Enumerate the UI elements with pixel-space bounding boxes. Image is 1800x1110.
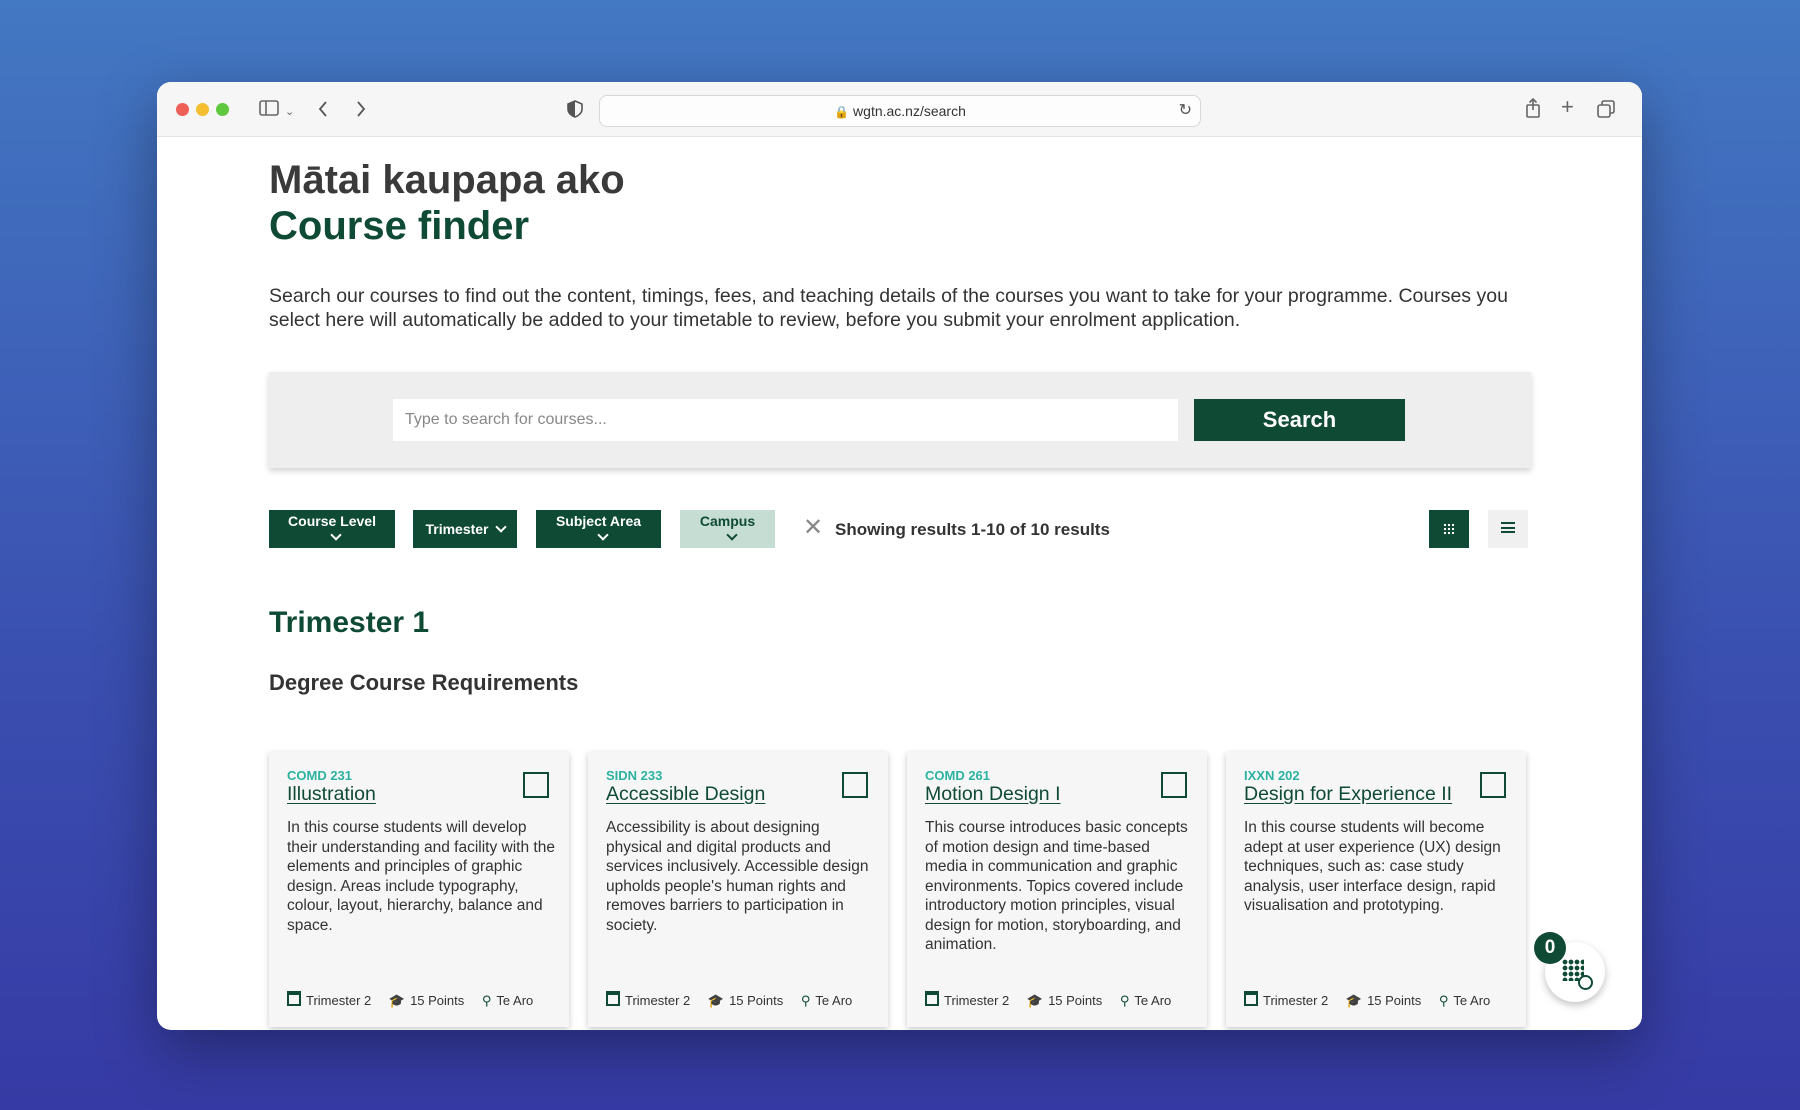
course-code: IXXN 202 xyxy=(1244,768,1300,783)
section-subtitle: Degree Course Requirements xyxy=(269,670,579,695)
search-panel: Search xyxy=(269,372,1531,468)
graduation-cap-icon: 🎓 xyxy=(707,993,725,1008)
course-description: In this course students will develop the… xyxy=(287,819,555,934)
location-pin-icon: ⚲ xyxy=(481,993,492,1008)
calendar-icon xyxy=(925,991,939,1006)
new-tab-icon[interactable]: + xyxy=(1561,96,1574,118)
search-button[interactable]: Search xyxy=(1194,399,1405,441)
minimize-window-button[interactable] xyxy=(196,103,209,116)
close-window-button[interactable] xyxy=(176,103,189,116)
filter-label: Subject Area xyxy=(555,513,642,529)
chevron-down-icon xyxy=(330,529,342,541)
select-course-checkbox[interactable] xyxy=(1480,772,1506,798)
filter-label: Trimester xyxy=(425,521,489,537)
course-trimester: Trimester 2 xyxy=(1263,993,1329,1008)
course-campus: Te Aro xyxy=(1453,993,1491,1008)
page-title: Course finder xyxy=(269,204,530,248)
calendar-icon xyxy=(606,991,620,1006)
address-url: wgtn.ac.nz/search xyxy=(853,103,966,119)
course-title-link[interactable]: Motion Design I xyxy=(925,783,1060,806)
section-title: Trimester 1 xyxy=(269,606,430,639)
select-course-checkbox[interactable] xyxy=(1161,772,1187,798)
grid-view-button[interactable] xyxy=(1429,510,1469,548)
course-points: 15 Points xyxy=(410,993,465,1008)
select-course-checkbox[interactable] xyxy=(842,772,868,798)
forward-arrow-icon[interactable] xyxy=(355,100,367,121)
course-points: 15 Points xyxy=(729,993,784,1008)
graduation-cap-icon: 🎓 xyxy=(1345,993,1363,1008)
intro-text: Search our courses to find out the conte… xyxy=(269,285,1508,331)
course-campus: Te Aro xyxy=(1134,993,1172,1008)
share-icon[interactable] xyxy=(1525,97,1541,121)
filter-label: Course Level xyxy=(288,513,376,529)
course-trimester: Trimester 2 xyxy=(944,993,1010,1008)
clear-filters-icon[interactable]: ✕ xyxy=(803,516,823,540)
zoom-window-button[interactable] xyxy=(216,103,229,116)
calendar-icon xyxy=(1244,991,1258,1006)
filter-label: Campus xyxy=(699,513,756,529)
sidebar-icon[interactable] xyxy=(259,100,279,119)
timetable-count-badge: 0 xyxy=(1534,932,1566,964)
course-meta: Trimester 2 🎓 15 Points ⚲ Te Aro xyxy=(287,990,557,1009)
tab-overview-icon[interactable] xyxy=(1597,100,1615,121)
location-pin-icon: ⚲ xyxy=(1438,993,1449,1008)
reload-icon[interactable]: ↻ xyxy=(1179,96,1192,126)
page-title-maori: Mātai kaupapa ako xyxy=(269,158,625,202)
course-points: 15 Points xyxy=(1367,993,1422,1008)
filter-course-level[interactable]: Course Level xyxy=(269,510,395,548)
course-title-link[interactable]: Illustration xyxy=(287,783,376,806)
course-trimester: Trimester 2 xyxy=(306,993,372,1008)
course-meta: Trimester 2 🎓 15 Points ⚲ Te Aro xyxy=(925,990,1195,1009)
lock-icon: 🔒 xyxy=(834,105,850,119)
graduation-cap-icon: 🎓 xyxy=(388,993,406,1008)
course-meta: Trimester 2 🎓 15 Points ⚲ Te Aro xyxy=(606,990,876,1009)
filter-trimester[interactable]: Trimester xyxy=(413,510,517,548)
course-title-link[interactable]: Design for Experience II xyxy=(1244,783,1452,806)
results-count: Showing results 1-10 of 10 results xyxy=(835,520,1110,539)
course-campus: Te Aro xyxy=(496,993,534,1008)
graduation-cap-icon: 🎓 xyxy=(1026,993,1044,1008)
course-card: COMD 261 Motion Design I This course int… xyxy=(907,752,1207,1027)
location-pin-icon: ⚲ xyxy=(800,993,811,1008)
course-campus: Te Aro xyxy=(815,993,853,1008)
chevron-down-icon xyxy=(494,521,507,533)
filter-bar: Course Level Trimester Subject Area Camp… xyxy=(269,510,1531,550)
chevron-down-icon[interactable]: ⌄ xyxy=(285,103,294,121)
location-pin-icon: ⚲ xyxy=(1119,993,1130,1008)
course-description: This course introduces basic concepts of… xyxy=(925,819,1188,953)
chevron-down-icon xyxy=(725,529,738,541)
clock-icon xyxy=(1578,975,1593,990)
course-trimester: Trimester 2 xyxy=(625,993,691,1008)
list-view-button[interactable] xyxy=(1488,510,1528,548)
shield-icon[interactable] xyxy=(567,100,583,121)
calendar-icon xyxy=(287,991,301,1006)
course-points: 15 Points xyxy=(1048,993,1103,1008)
course-card: IXXN 202 Design for Experience II In thi… xyxy=(1226,752,1526,1027)
chevron-down-icon xyxy=(596,529,609,541)
course-code: COMD 261 xyxy=(925,768,991,783)
browser-window: ⌄ 🔒 wgtn.ac.nz/search ↻ + Mātai kaupapa a… xyxy=(157,82,1642,1030)
course-title-link[interactable]: Accessible Design xyxy=(606,783,765,806)
course-description: In this course students will become adep… xyxy=(1244,819,1501,914)
filter-campus[interactable]: Campus xyxy=(680,510,775,548)
course-code: SIDN 233 xyxy=(606,768,663,783)
grid-icon xyxy=(1443,523,1455,535)
course-meta: Trimester 2 🎓 15 Points ⚲ Te Aro xyxy=(1244,990,1514,1009)
course-card: SIDN 233 Accessible Design Accessibility… xyxy=(588,752,888,1027)
course-description: Accessibility is about designing physica… xyxy=(606,819,869,934)
browser-toolbar: ⌄ 🔒 wgtn.ac.nz/search ↻ + xyxy=(157,82,1642,137)
search-input[interactable] xyxy=(393,399,1178,441)
list-icon xyxy=(1501,522,1515,536)
filter-subject-area[interactable]: Subject Area xyxy=(536,510,661,548)
course-card: COMD 231 Illustration In this course stu… xyxy=(269,752,569,1027)
back-arrow-icon[interactable] xyxy=(317,100,329,121)
select-course-checkbox[interactable] xyxy=(523,772,549,798)
course-code: COMD 231 xyxy=(287,768,353,783)
address-bar[interactable]: 🔒 wgtn.ac.nz/search ↻ xyxy=(599,95,1201,127)
